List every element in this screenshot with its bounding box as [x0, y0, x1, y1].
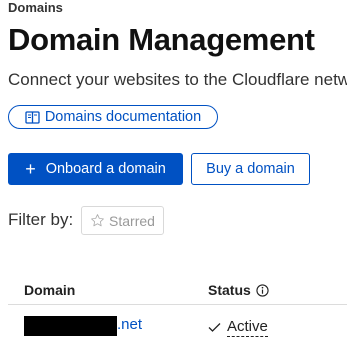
column-header-status-label: Status	[208, 282, 251, 298]
book-icon	[25, 110, 40, 124]
status-badge[interactable]: Active	[227, 318, 268, 337]
checkmark-icon	[208, 322, 221, 333]
info-icon[interactable]	[256, 283, 269, 297]
onboard-domain-button[interactable]: + Onboard a domain	[8, 153, 183, 185]
page-subtitle: Connect your websites to the Cloudflare …	[8, 70, 347, 89]
filter-label: Filter by:	[8, 210, 74, 229]
column-header-domain-label: Domain	[24, 282, 76, 298]
starred-filter-label: Starred	[109, 212, 155, 229]
plus-icon: +	[25, 159, 36, 179]
buy-domain-label: Buy a domain	[206, 161, 295, 177]
starred-filter-chip[interactable]: Starred	[81, 206, 164, 235]
column-header-status[interactable]: Status	[208, 282, 269, 298]
onboard-domain-label: Onboard a domain	[45, 161, 166, 177]
table-header-divider	[8, 304, 347, 305]
buy-domain-button[interactable]: Buy a domain	[191, 153, 310, 185]
redacted-domain-name	[24, 316, 117, 336]
breadcrumb: Domains	[8, 0, 63, 15]
star-icon	[90, 213, 105, 228]
status-cell: Active	[208, 318, 268, 337]
domain-name-link[interactable]: .net	[117, 316, 142, 333]
domains-documentation-label: Domains documentation	[44, 109, 202, 125]
page-title: Domain Management	[8, 22, 315, 57]
column-header-domain[interactable]: Domain	[24, 282, 75, 298]
domains-documentation-link[interactable]: Domains documentation	[8, 105, 218, 129]
